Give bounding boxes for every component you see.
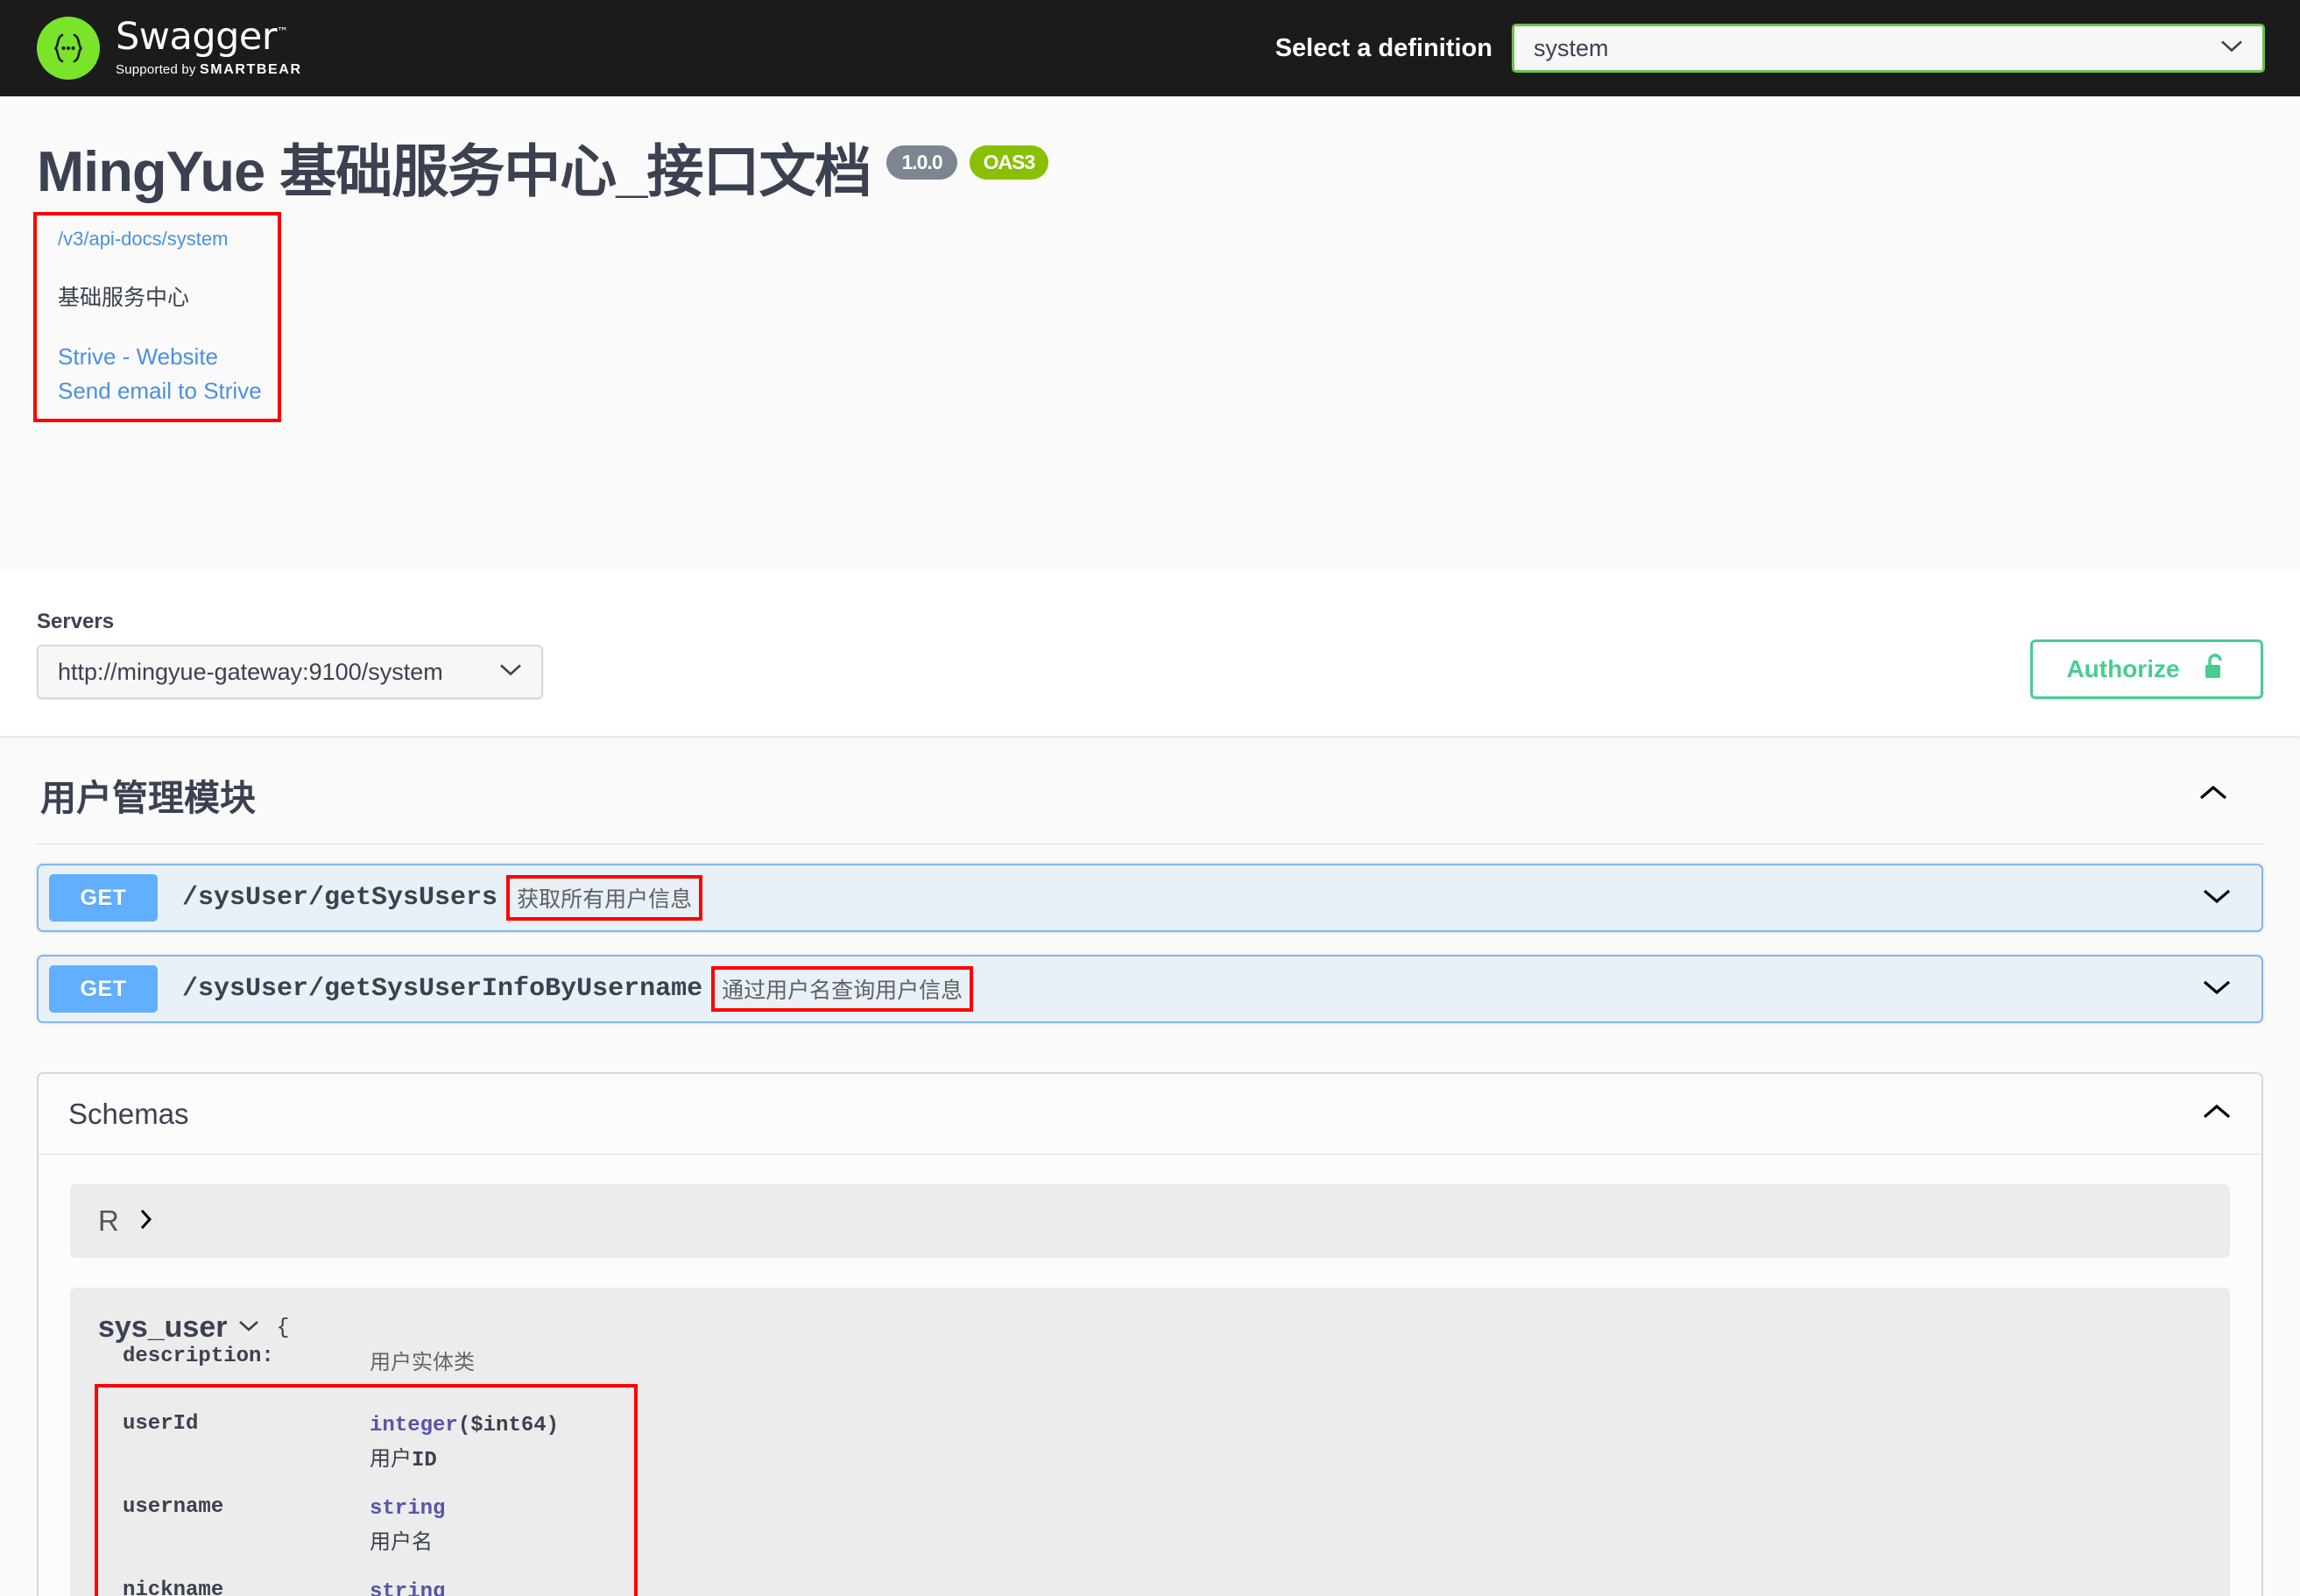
- version-badge: 1.0.0: [886, 145, 956, 180]
- chevron-up-icon[interactable]: [2202, 1103, 2232, 1125]
- property-type: string: [370, 1497, 445, 1521]
- schemas-section: Schemas R sys_user: [37, 1046, 2263, 1596]
- contact-website-link[interactable]: Strive - Website: [58, 343, 262, 371]
- operation-row[interactable]: GET /sysUser/getSysUsers 获取所有用户信息: [37, 864, 2263, 932]
- definition-select[interactable]: system: [1512, 24, 2265, 73]
- tag-section-user-management: 用户管理模块 GET /sysUser/getSysUsers 获取所有用户信息…: [0, 737, 2300, 1596]
- server-select[interactable]: http://mingyue-gateway:9100/system: [37, 645, 543, 699]
- topbar: Swagger™ Supported by SMARTBEAR Select a…: [0, 0, 2300, 96]
- model-description-key: description:: [123, 1345, 370, 1375]
- chevron-down-icon[interactable]: [237, 1318, 260, 1337]
- model-properties-annotation-box: userId integer($int64) 用户ID username str…: [98, 1388, 634, 1596]
- scheme-container: Servers http://mingyue-gateway:9100/syst…: [0, 569, 2300, 737]
- api-title-text: MingYue 基础服务中心_接口文档: [37, 140, 871, 203]
- servers-group: Servers http://mingyue-gateway:9100/syst…: [37, 610, 543, 699]
- api-description: 基础服务中心: [58, 280, 262, 312]
- property-type: string: [370, 1580, 445, 1596]
- servers-label: Servers: [37, 610, 543, 634]
- server-select-value: http://mingyue-gateway:9100/system: [58, 659, 443, 686]
- model-name: sys_user: [98, 1310, 227, 1345]
- operation-path: /sysUser/getSysUsers: [182, 883, 497, 913]
- model-property-row: username string 用户名: [123, 1495, 634, 1556]
- model-description-value: 用户实体类: [370, 1345, 475, 1375]
- model-property-row: userId integer($int64) 用户ID: [123, 1412, 634, 1472]
- tag-title: 用户管理模块: [40, 768, 256, 821]
- model-description-row: description: 用户实体类: [98, 1345, 2202, 1375]
- swagger-wordmark: Swagger™: [116, 18, 302, 56]
- schemas-body: R sys_user { description:: [39, 1155, 2261, 1596]
- supported-by-smartbear: Supported by SMARTBEAR: [116, 62, 302, 78]
- select-definition-label: Select a definition: [1275, 34, 1492, 63]
- chevron-down-icon: [2220, 39, 2243, 58]
- chevron-down-icon[interactable]: [2202, 978, 2232, 1000]
- model-properties: userId integer($int64) 用户ID username str…: [98, 1412, 634, 1596]
- api-info-annotation-box: /v3/api-docs/system 基础服务中心 Strive - Webs…: [37, 215, 278, 419]
- chevron-down-icon[interactable]: [2202, 887, 2232, 909]
- api-info-section: MingYue 基础服务中心_接口文档 1.0.0 OAS3 /v3/api-d…: [0, 96, 2300, 569]
- oas-version-badge: OAS3: [970, 145, 1049, 180]
- model-row-expanded: sys_user { description: 用户实体类 us: [70, 1288, 2230, 1596]
- contact-email-link[interactable]: Send email to Strive: [58, 378, 262, 405]
- unlock-icon: [2203, 653, 2227, 687]
- swagger-logo-icon: [37, 17, 100, 80]
- property-description: 用户ID: [370, 1441, 559, 1472]
- schemas-panel: Schemas R sys_user: [37, 1072, 2263, 1596]
- model-title-row[interactable]: sys_user {: [98, 1310, 2202, 1345]
- property-type: integer: [370, 1414, 458, 1437]
- schemas-header[interactable]: Schemas: [39, 1074, 2261, 1155]
- spec-url-link[interactable]: /v3/api-docs/system: [58, 228, 262, 251]
- property-format: ($int64): [458, 1414, 559, 1437]
- property-name: username: [123, 1495, 370, 1556]
- chevron-up-icon[interactable]: [2198, 784, 2228, 806]
- http-method-badge: GET: [49, 965, 158, 1013]
- authorize-group: Authorize: [2030, 639, 2263, 699]
- operations-list: GET /sysUser/getSysUsers 获取所有用户信息 GET /s…: [37, 844, 2263, 1023]
- model-row-collapsed[interactable]: R: [70, 1184, 2230, 1258]
- http-method-badge: GET: [49, 874, 158, 922]
- chevron-down-icon: [499, 663, 522, 681]
- page-title: MingYue 基础服务中心_接口文档 1.0.0 OAS3: [37, 140, 2261, 203]
- operation-summary: 通过用户名查询用户信息: [715, 970, 970, 1008]
- model-property-row: nickname string 用户昵称: [123, 1578, 634, 1596]
- property-name: userId: [123, 1412, 370, 1472]
- operation-path: /sysUser/getSysUserInfoByUsername: [182, 974, 702, 1004]
- authorize-button-label: Authorize: [2066, 655, 2179, 683]
- schemas-heading: Schemas: [68, 1098, 189, 1131]
- property-name: nickname: [123, 1578, 370, 1596]
- authorize-button[interactable]: Authorize: [2030, 639, 2263, 699]
- chevron-right-icon[interactable]: [138, 1207, 154, 1236]
- swagger-logo-link[interactable]: Swagger™ Supported by SMARTBEAR: [37, 17, 302, 80]
- property-description: 用户名: [370, 1524, 445, 1556]
- model-open-brace: {: [276, 1315, 289, 1340]
- operation-row[interactable]: GET /sysUser/getSysUserInfoByUsername 通过…: [37, 955, 2263, 1023]
- definition-selector-group: Select a definition system: [1275, 24, 2265, 73]
- operation-summary: 获取所有用户信息: [510, 879, 699, 917]
- tag-header[interactable]: 用户管理模块: [37, 737, 2263, 844]
- definition-select-value: system: [1534, 35, 1609, 62]
- model-name: R: [98, 1204, 119, 1238]
